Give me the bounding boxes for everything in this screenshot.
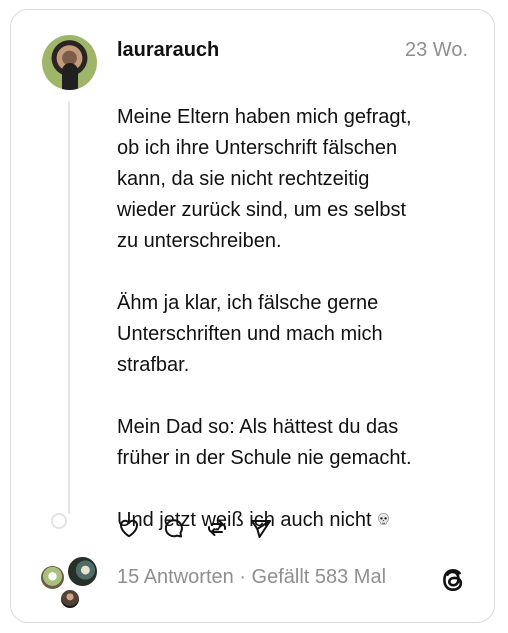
post-stats[interactable]: 15 Antworten · Gefällt 583 Mal (117, 564, 386, 590)
reply-avatar[interactable] (66, 555, 99, 588)
author-avatar[interactable] (42, 35, 97, 90)
reply-avatar[interactable] (59, 588, 81, 610)
post-text: Meine Eltern haben mich gefragt, ob ich … (117, 106, 412, 531)
thread-post-card: laurarauch 23 Wo. Meine Eltern haben mic… (10, 9, 495, 623)
post-time: 23 Wo. (405, 39, 468, 61)
comment-icon[interactable] (161, 516, 185, 540)
send-icon[interactable] (249, 516, 273, 540)
heart-icon[interactable] (117, 516, 141, 540)
repost-icon[interactable] (205, 516, 229, 540)
author-username[interactable]: laurarauch (117, 37, 219, 63)
post-actions (117, 516, 273, 540)
thread-line (68, 101, 70, 514)
skull-icon (376, 506, 391, 525)
reply-avatar[interactable] (39, 564, 66, 591)
post-body: Meine Eltern haben mich gefragt, ob ich … (117, 71, 472, 536)
threads-logo-icon (438, 565, 468, 595)
thread-loop (51, 513, 67, 529)
